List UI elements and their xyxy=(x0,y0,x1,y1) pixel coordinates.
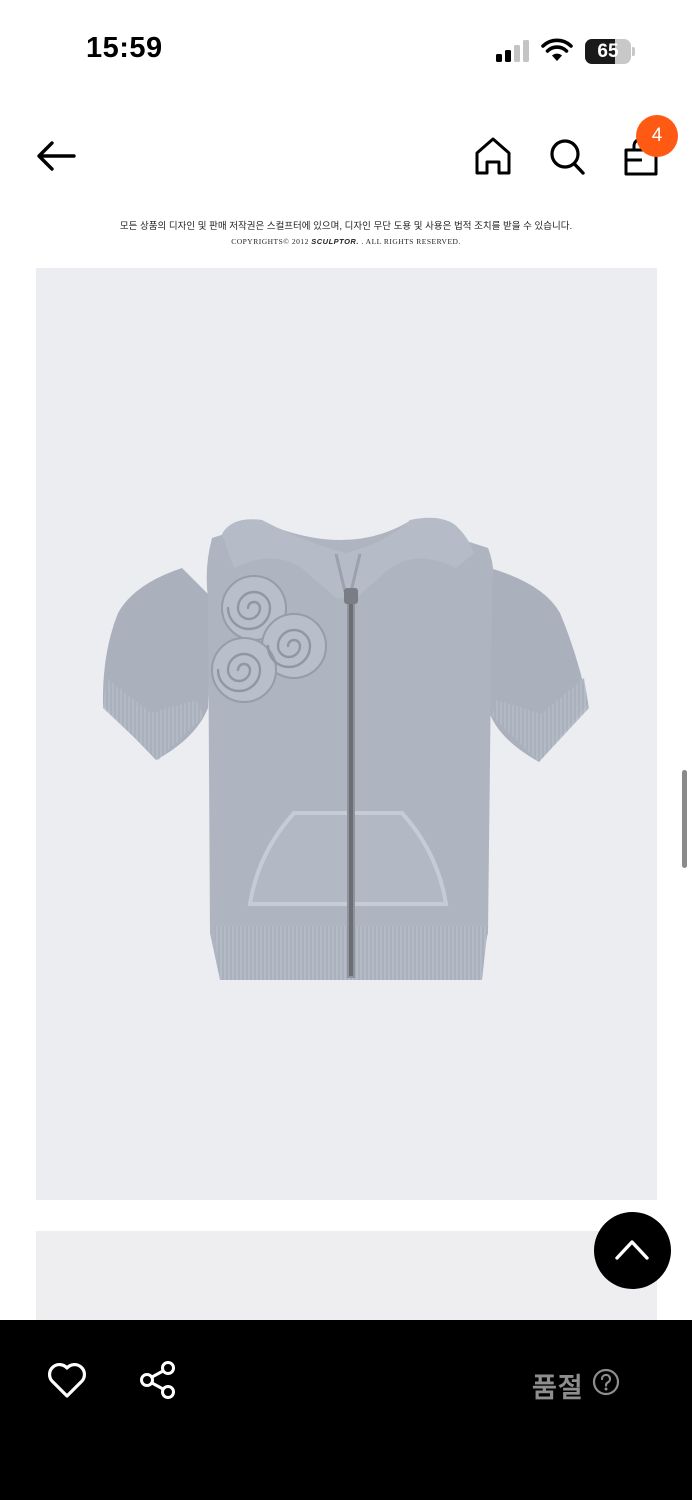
help-icon[interactable] xyxy=(592,1368,620,1396)
cart-count-badge[interactable]: 4 xyxy=(636,115,678,157)
bottom-action-bar: 품절 xyxy=(0,1320,692,1500)
copyright-english: COPYRIGHTS© 2012 SCULPTOR. . ALL RIGHTS … xyxy=(0,235,692,249)
brand-name: SCULPTOR. xyxy=(311,237,359,246)
home-icon[interactable] xyxy=(472,134,514,178)
back-arrow-icon[interactable] xyxy=(32,136,80,176)
header-nav xyxy=(0,110,692,200)
status-bar: 15:59 65 xyxy=(0,0,692,100)
copyright-prefix: COPYRIGHTS© 2012 xyxy=(231,237,312,246)
share-icon[interactable] xyxy=(138,1360,178,1400)
search-icon[interactable] xyxy=(546,134,588,178)
heart-icon[interactable] xyxy=(46,1360,88,1400)
scrollbar[interactable] xyxy=(682,770,687,868)
wifi-icon xyxy=(541,38,573,61)
status-time: 15:59 xyxy=(86,32,163,64)
cellular-signal-icon xyxy=(496,40,529,62)
copyright-korean: 모든 상품의 디자인 및 판매 저작권은 스컬프터에 있으며, 디자인 무단 도… xyxy=(119,221,573,232)
sold-out-label: 품절 xyxy=(532,1373,584,1403)
battery-icon: 65 xyxy=(585,39,635,64)
product-image xyxy=(36,268,657,1200)
hoodie-illustration xyxy=(102,517,589,980)
copyright-notice: 모든 상품의 디자인 및 판매 저작권은 스컬프터에 있으며, 디자인 무단 도… xyxy=(0,220,692,249)
chevron-up-icon xyxy=(615,1240,649,1260)
battery-level: 65 xyxy=(597,41,619,62)
copyright-suffix: . ALL RIGHTS RESERVED. xyxy=(358,237,461,246)
scroll-to-top-button[interactable] xyxy=(594,1212,671,1289)
